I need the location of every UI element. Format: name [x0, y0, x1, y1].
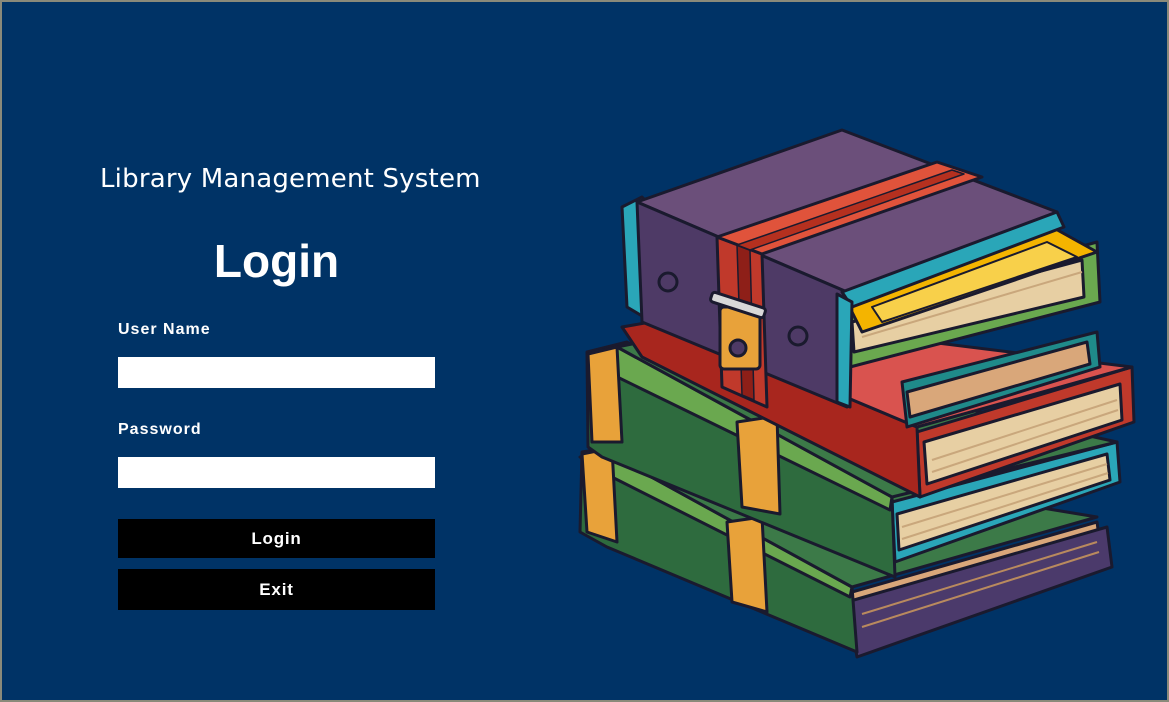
password-input[interactable] — [118, 457, 435, 488]
exit-button[interactable]: Exit — [118, 569, 435, 610]
login-window: Library Management System Login User Nam… — [0, 0, 1169, 702]
username-label: User Name — [118, 321, 211, 338]
stack-of-books-icon — [578, 128, 1136, 659]
app-title: Library Management System — [100, 164, 481, 194]
login-button[interactable]: Login — [118, 519, 435, 558]
password-label: Password — [118, 421, 202, 438]
username-input[interactable] — [118, 357, 435, 388]
login-heading: Login — [213, 235, 340, 287]
